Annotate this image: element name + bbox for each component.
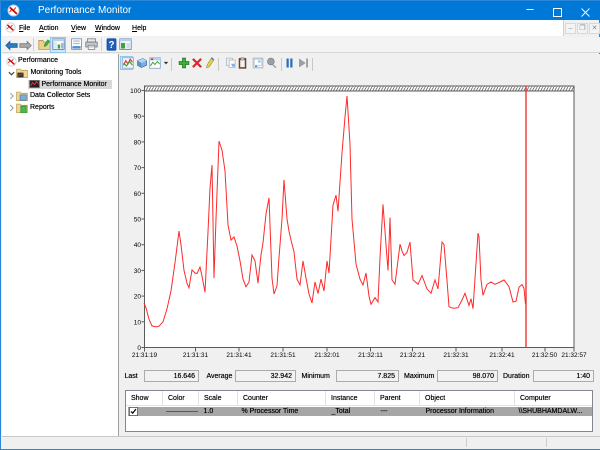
svg-text:21:31:31: 21:31:31 [183,352,209,359]
svg-text:21:32:31: 21:32:31 [443,352,469,359]
svg-text:40: 40 [134,242,142,249]
svg-text:30: 30 [134,268,142,275]
svg-text:0: 0 [137,345,141,352]
svg-text:50: 50 [134,217,142,224]
svg-text:21:32:41: 21:32:41 [489,352,515,359]
svg-text:?: ? [109,40,115,51]
svg-text:21:32:57: 21:32:57 [561,352,587,359]
svg-text:10: 10 [134,319,142,326]
svg-text:21:32:01: 21:32:01 [314,352,340,359]
svg-text:21:31:51: 21:31:51 [270,352,296,359]
svg-text:100: 100 [130,88,141,95]
svg-text:21:32:11: 21:32:11 [358,352,383,359]
svg-text:60: 60 [134,191,142,198]
svg-text:20: 20 [134,294,142,301]
svg-text:21:31:19: 21:31:19 [132,352,158,359]
svg-text:21:32:21: 21:32:21 [400,352,426,359]
svg-text:80: 80 [134,139,142,146]
svg-text:90: 90 [134,114,142,121]
svg-text:70: 70 [134,165,142,172]
svg-text:21:32:50: 21:32:50 [532,352,558,359]
svg-text:21:31:41: 21:31:41 [226,352,252,359]
